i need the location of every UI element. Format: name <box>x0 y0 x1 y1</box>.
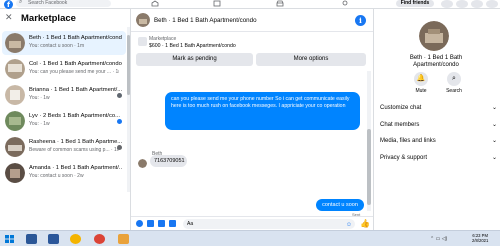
row-label: Chat members <box>380 122 420 128</box>
marketplace-tag-icon <box>138 37 147 46</box>
outgoing-message: contact u soon <box>316 199 364 211</box>
conversation-item[interactable]: Col · 1 Bed 1 Bath Apartment/condo You: … <box>2 57 126 81</box>
chat-window: Beth · 1 Bed 1 Bath Apartment/condo i Ma… <box>131 9 373 230</box>
windows-taskbar: ⌃ ▭ ◁) 6:23 PM 2/8/2021 <box>0 230 500 246</box>
conversation-item[interactable]: Brianna · 1 Bed 1 Bath Apartment/... You… <box>2 83 126 107</box>
seen-avatar-icon <box>117 119 122 124</box>
word-icon[interactable] <box>48 234 59 244</box>
home-icon[interactable] <box>150 0 160 7</box>
outgoing-message: can you please send me your phone number… <box>165 92 360 130</box>
marketplace-icon[interactable] <box>275 0 285 7</box>
facebook-search-input[interactable]: ⌕ Search Facebook <box>16 0 111 7</box>
emoji-icon[interactable]: ☺ <box>346 220 352 230</box>
listing-thumbnail <box>5 33 25 53</box>
facebook-logo-icon[interactable]: f <box>4 0 13 9</box>
task-view-icon[interactable] <box>26 234 37 244</box>
mute-bell-icon[interactable]: 🔔 <box>414 72 428 86</box>
info-icon[interactable]: i <box>355 15 366 26</box>
sender-avatar[interactable] <box>138 159 147 168</box>
conversation-title: Brianna · 1 Bed 1 Bath Apartment/... <box>29 87 122 93</box>
chrome-profile-icon[interactable] <box>94 234 105 244</box>
clock-date: 2/8/2021 <box>472 238 489 243</box>
listing-thumbnail <box>5 163 25 183</box>
listing-thumbnail <box>5 137 25 157</box>
conversation-avatar[interactable] <box>419 21 449 51</box>
chat-scrollbar[interactable] <box>367 71 371 211</box>
gif-icon[interactable] <box>169 220 176 227</box>
incoming-message: 7163709051 <box>150 155 187 167</box>
chevron-down-icon: ⌄ <box>491 138 497 144</box>
chevron-down-icon: ⌄ <box>491 122 497 128</box>
seen-avatar-icon <box>117 93 122 98</box>
conversation-item[interactable]: Beth · 1 Bed 1 Bath Apartment/condo You:… <box>2 31 126 55</box>
top-navigation-bar: f ⌕ Search Facebook Find friends <box>0 0 500 9</box>
chat-members-row[interactable]: Chat members ⌄ <box>380 122 497 129</box>
conversation-preview: You: · 1w <box>29 121 50 127</box>
conversation-title: Lyv · 2 Beds 1 Bath Apartment/co... <box>29 113 120 119</box>
chat-details-panel: Beth · 1 Bed 1 Bath Apartment/condo 🔔 Mu… <box>373 9 500 230</box>
row-label: Media, files and links <box>380 138 436 144</box>
listing-thumbnail <box>5 59 25 79</box>
groups-icon[interactable] <box>340 0 350 7</box>
conversation-preview: You: can you please send me your ... · 1… <box>29 69 119 75</box>
windows-start-icon[interactable] <box>4 234 15 244</box>
message-input[interactable]: Aa ☺ <box>183 219 355 229</box>
chevron-down-icon: ⌄ <box>491 155 497 161</box>
customize-chat-row[interactable]: Customize chat ⌄ <box>380 105 497 112</box>
seen-avatar-icon <box>117 145 122 150</box>
message-input-value: Aa <box>187 221 194 227</box>
marketplace-conversation-list: ✕ Marketplace Beth · 1 Bed 1 Bath Apartm… <box>0 9 131 230</box>
search-conversation-icon[interactable]: ⌕ <box>447 72 461 86</box>
notifications-icon[interactable] <box>471 0 483 8</box>
conversation-title: Col · 1 Bed 1 Bath Apartment/condo <box>29 61 122 67</box>
chrome-icon[interactable] <box>70 234 81 244</box>
chat-avatar[interactable] <box>136 13 150 27</box>
row-label: Customize chat <box>380 105 422 111</box>
conversation-item[interactable]: Lyv · 2 Beds 1 Bath Apartment/co... You:… <box>2 109 126 133</box>
chevron-down-icon: ⌄ <box>491 105 497 111</box>
privacy-support-row[interactable]: Privacy & support ⌄ <box>380 155 497 162</box>
conversation-list-scrollbar[interactable] <box>127 27 130 192</box>
plus-icon[interactable] <box>136 220 143 227</box>
search-icon: ⌕ <box>19 0 23 5</box>
conversation-title: Amanda · 1 Bed 1 Bath Apartment/... <box>29 165 122 171</box>
listing-thumbnail <box>5 85 25 105</box>
row-label: Privacy & support <box>380 155 428 161</box>
search-label: Search <box>446 88 462 94</box>
message-composer: Aa ☺ 👍 <box>131 216 373 230</box>
file-explorer-icon[interactable] <box>118 234 129 244</box>
chat-title[interactable]: Beth · 1 Bed 1 Bath Apartment/condo <box>154 17 257 24</box>
account-icon[interactable] <box>486 0 498 8</box>
mark-as-pending-button[interactable]: Mark as pending <box>136 53 253 66</box>
thumbs-up-icon[interactable]: 👍 <box>360 219 370 229</box>
listing-thumbnail <box>5 111 25 131</box>
listing-summary[interactable]: $600 · 1 Bed 1 Bath Apartment/condo <box>149 43 236 49</box>
conversation-title: Beth · 1 Bed 1 Bath Apartment/condo <box>29 35 122 41</box>
image-icon[interactable] <box>147 220 154 227</box>
more-options-button[interactable]: More options <box>256 53 366 66</box>
taskbar-clock[interactable]: 6:23 PM 2/8/2021 <box>472 233 488 243</box>
menu-icon[interactable] <box>441 0 453 8</box>
search-placeholder: Search Facebook <box>28 0 68 6</box>
conversation-preview: Beware of common scams using p... · 1w <box>29 147 119 153</box>
mute-label: Mute <box>415 88 427 94</box>
watch-icon[interactable] <box>212 0 222 7</box>
close-icon[interactable]: ✕ <box>5 13 13 22</box>
conversation-preview: You: contact u soon · 2w <box>29 173 84 179</box>
system-tray-icons[interactable]: ⌃ ▭ ◁) <box>430 236 447 242</box>
conversation-name: Beth · 1 Bed 1 Bath Apartment/condo <box>409 55 463 68</box>
messenger-icon[interactable] <box>456 0 468 8</box>
conversation-item[interactable]: Amanda · 1 Bed 1 Bath Apartment/... You:… <box>2 161 126 185</box>
conversation-item[interactable]: Rasheena · 1 Bed 1 Bath Apartme... Bewar… <box>2 135 126 159</box>
media-files-links-row[interactable]: Media, files and links ⌄ <box>380 138 497 145</box>
find-friends-button[interactable]: Find friends <box>396 0 434 7</box>
chat-header: Beth · 1 Bed 1 Bath Apartment/condo i <box>131 9 373 32</box>
conversation-preview: You: contact u soon · 1m <box>29 43 85 49</box>
marketplace-label: Marketplace <box>149 36 177 42</box>
conversation-title: Rasheena · 1 Bed 1 Bath Apartme... <box>29 139 122 145</box>
conversation-preview: You: · 1w <box>29 95 50 101</box>
sidebar-title: Marketplace <box>21 13 76 24</box>
sticker-icon[interactable] <box>158 220 165 227</box>
